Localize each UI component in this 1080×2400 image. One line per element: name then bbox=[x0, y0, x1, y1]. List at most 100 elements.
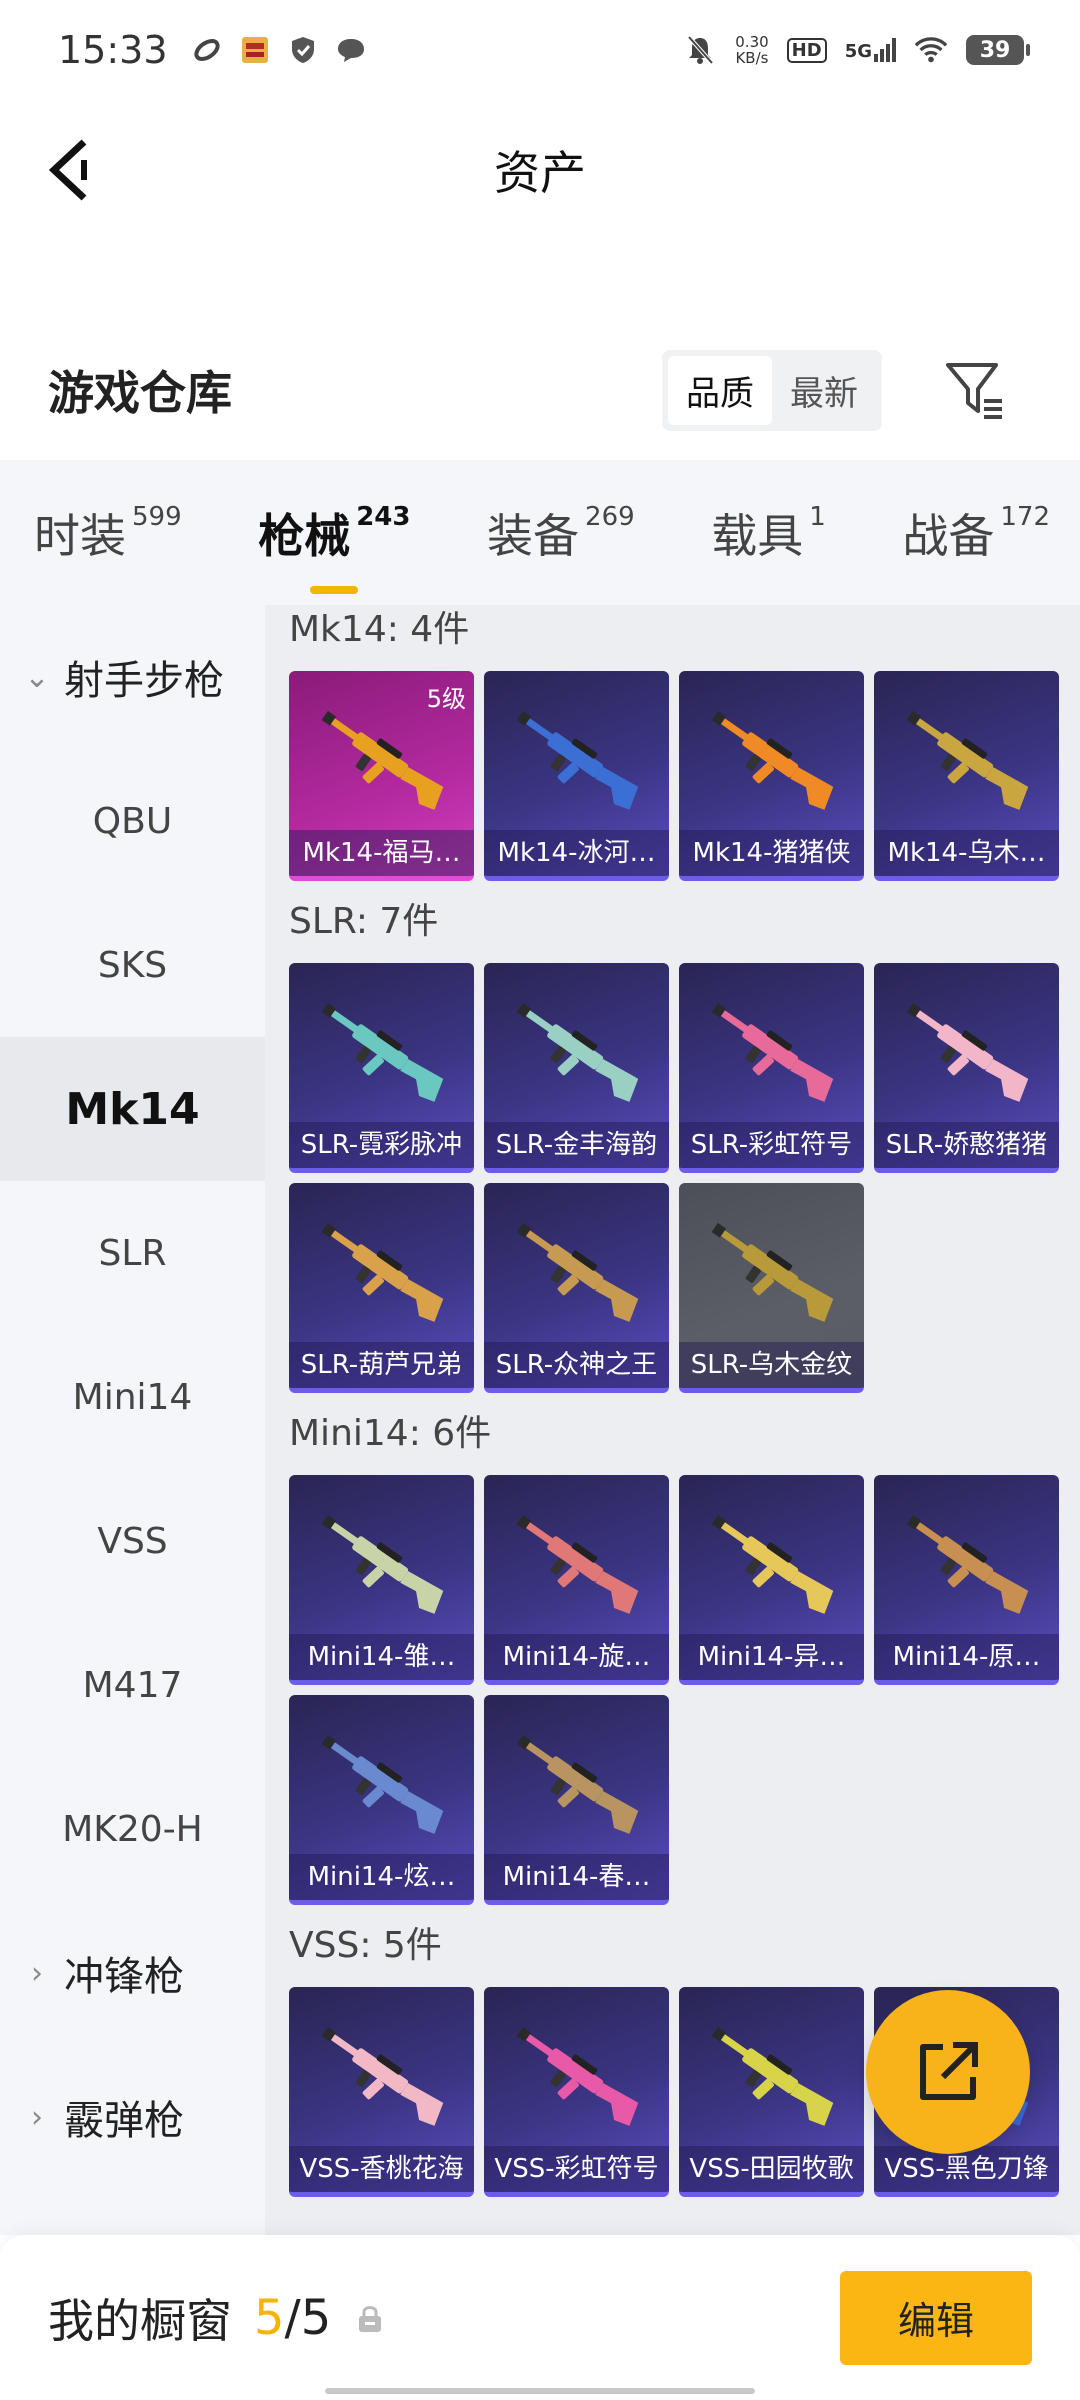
lock-icon bbox=[359, 2305, 382, 2332]
tab-equipment[interactable]: 装备 269 bbox=[487, 500, 635, 566]
section-title-vss: VSS: 5件 bbox=[289, 1925, 442, 1966]
warehouse-title: 游戏仓库 bbox=[48, 366, 232, 420]
category-tabs: 时装 599 枪械 243 装备 269 载具 1 战备 172 bbox=[0, 460, 1080, 605]
gun-skin-image bbox=[321, 1002, 444, 1102]
skin-card[interactable]: VSS-彩虹符号 bbox=[484, 1987, 669, 2197]
skin-card[interactable]: SLR-葫芦兄弟 bbox=[289, 1183, 474, 1393]
tab-count: 243 bbox=[356, 501, 411, 532]
gun-skin-image bbox=[711, 2026, 834, 2126]
tab-label: 枪械 bbox=[258, 508, 351, 563]
skin-card[interactable]: Mini14-异… bbox=[679, 1475, 864, 1685]
skin-level-badge: 5级 bbox=[426, 685, 466, 713]
swirl-app-icon bbox=[190, 33, 224, 67]
gun-skin-image bbox=[321, 1514, 444, 1614]
sidebar-group-label: 霰弹枪 bbox=[64, 2098, 184, 2144]
showcase-used: 5 bbox=[254, 2289, 285, 2346]
back-button[interactable] bbox=[40, 130, 100, 210]
tab-count: 269 bbox=[585, 501, 635, 532]
skin-card[interactable]: Mini14-雏… bbox=[289, 1475, 474, 1685]
skin-card[interactable]: Mini14-春… bbox=[484, 1695, 669, 1905]
showcase-label: 我的橱窗 bbox=[48, 2293, 232, 2348]
grid-mk14: 5级 Mk14-福马… Mk14-冰河… Mk14-猪猪侠 Mk14-乌木… bbox=[265, 655, 1080, 897]
tab-count: 172 bbox=[1000, 501, 1050, 532]
skin-card[interactable]: Mk14-猪猪侠 bbox=[679, 671, 864, 881]
skin-card[interactable]: SLR-霓彩脉冲 bbox=[289, 963, 474, 1173]
sidebar-group-shotgun[interactable]: › 霰弹枪 bbox=[0, 2045, 265, 2189]
sidebar-item-mk14[interactable]: Mk14 bbox=[0, 1037, 265, 1181]
shield-icon bbox=[286, 33, 320, 67]
chevron-right-icon: › bbox=[31, 2099, 43, 2135]
skin-card[interactable]: Mk14-冰河… bbox=[484, 671, 669, 881]
tab-label: 时装 bbox=[34, 508, 126, 563]
sidebar-item-slr[interactable]: SLR bbox=[0, 1181, 265, 1325]
share-button[interactable] bbox=[866, 1990, 1030, 2154]
weapon-sidebar: ⌄ 射手步枪 QBU SKS Mk14 SLR Mini14 VSS M417 … bbox=[0, 605, 265, 2235]
page-title: 资产 bbox=[494, 146, 586, 200]
tab-outfits[interactable]: 时装 599 bbox=[34, 500, 182, 566]
sidebar-item-m417[interactable]: M417 bbox=[0, 1613, 265, 1757]
skin-name: Mini14-原… bbox=[874, 1634, 1059, 1680]
skin-name: SLR-霓彩脉冲 bbox=[289, 1122, 474, 1168]
gun-skin-image bbox=[321, 1222, 444, 1322]
status-bar: 15:33 0.30 KB/s HD 5G 39 bbox=[0, 0, 1080, 100]
skin-card[interactable]: 5级 Mk14-福马… bbox=[289, 671, 474, 881]
skin-card[interactable]: Mini14-炫… bbox=[289, 1695, 474, 1905]
skin-card[interactable]: SLR-彩虹符号 bbox=[679, 963, 864, 1173]
sidebar-group-marksman[interactable]: ⌄ 射手步枪 bbox=[0, 605, 265, 749]
tab-label: 装备 bbox=[487, 508, 580, 563]
skin-name: Mk14-冰河… bbox=[484, 830, 669, 876]
sidebar-group-smg[interactable]: › 冲锋枪 bbox=[0, 1901, 265, 2045]
skin-name: SLR-众神之王 bbox=[484, 1342, 669, 1388]
skin-name: Mini14-炫… bbox=[289, 1854, 474, 1900]
skin-name: Mini14-雏… bbox=[289, 1634, 474, 1680]
skin-name: VSS-田园牧歌 bbox=[679, 2146, 864, 2192]
skin-name: Mini14-异… bbox=[679, 1634, 864, 1680]
net-speed: 0.30 KB/s bbox=[735, 34, 768, 66]
tab-label: 载具 bbox=[711, 508, 804, 563]
status-notification-icons bbox=[190, 33, 368, 67]
sort-newest-button[interactable]: 最新 bbox=[772, 356, 876, 425]
gun-skin-image bbox=[711, 710, 834, 810]
home-indicator[interactable] bbox=[325, 2388, 755, 2394]
skin-card[interactable]: Mk14-乌木… bbox=[874, 671, 1059, 881]
gun-skin-image bbox=[321, 1734, 444, 1834]
chat-bubble-icon bbox=[334, 33, 368, 67]
sidebar-item-qbu[interactable]: QBU bbox=[0, 749, 265, 893]
skin-card[interactable]: SLR-众神之王 bbox=[484, 1183, 669, 1393]
tab-count: 1 bbox=[809, 501, 826, 532]
skin-card[interactable]: SLR-娇憨猪猪 bbox=[874, 963, 1059, 1173]
mute-bell-icon bbox=[683, 33, 717, 67]
showcase-total: /5 bbox=[284, 2289, 332, 2346]
grid-slr: SLR-霓彩脉冲 SLR-金丰海韵 SLR-彩虹符号 SLR-娇憨猪猪 SLR-… bbox=[265, 947, 1080, 1409]
filter-button[interactable] bbox=[940, 355, 1010, 425]
sidebar-item-vss[interactable]: VSS bbox=[0, 1469, 265, 1613]
filter-icon bbox=[946, 363, 1002, 419]
tab-firearms[interactable]: 枪械 243 bbox=[258, 500, 411, 594]
hd-badge: HD bbox=[786, 37, 827, 63]
skin-name: VSS-香桃花海 bbox=[289, 2146, 474, 2192]
gun-skin-image bbox=[711, 1222, 834, 1322]
signal-label: 5G bbox=[844, 41, 872, 62]
gun-skin-image bbox=[516, 1002, 639, 1102]
skin-card[interactable]: SLR-金丰海韵 bbox=[484, 963, 669, 1173]
section-title-mk14: Mk14: 4件 bbox=[289, 609, 470, 650]
showcase-count: 5/5 bbox=[254, 2290, 331, 2346]
tab-gear[interactable]: 战备 172 bbox=[902, 500, 1050, 566]
skin-card[interactable]: VSS-田园牧歌 bbox=[679, 1987, 864, 2197]
skin-name: VSS-黑色刀锋 bbox=[874, 2146, 1059, 2192]
tab-vehicles[interactable]: 载具 1 bbox=[711, 500, 826, 566]
skin-card[interactable]: VSS-香桃花海 bbox=[289, 1987, 474, 2197]
sidebar-item-mk20h[interactable]: MK20-H bbox=[0, 1757, 265, 1901]
skin-card[interactable]: SLR-乌木金纹 bbox=[679, 1183, 864, 1393]
edit-button[interactable]: 编辑 bbox=[840, 2270, 1032, 2365]
sidebar-item-sks[interactable]: SKS bbox=[0, 893, 265, 1037]
sidebar-item-mini14[interactable]: Mini14 bbox=[0, 1325, 265, 1469]
grid-mini14: Mini14-雏… Mini14-旋… Mini14-异… Mini14-原… bbox=[265, 1459, 1080, 1921]
gun-skin-image bbox=[711, 1514, 834, 1614]
gun-skin-image bbox=[516, 1514, 639, 1614]
gun-skin-image bbox=[516, 710, 639, 810]
sort-quality-button[interactable]: 品质 bbox=[668, 355, 772, 425]
skin-card[interactable]: Mini14-旋… bbox=[484, 1475, 669, 1685]
skin-name: SLR-葫芦兄弟 bbox=[289, 1342, 474, 1388]
skin-card[interactable]: Mini14-原… bbox=[874, 1475, 1059, 1685]
